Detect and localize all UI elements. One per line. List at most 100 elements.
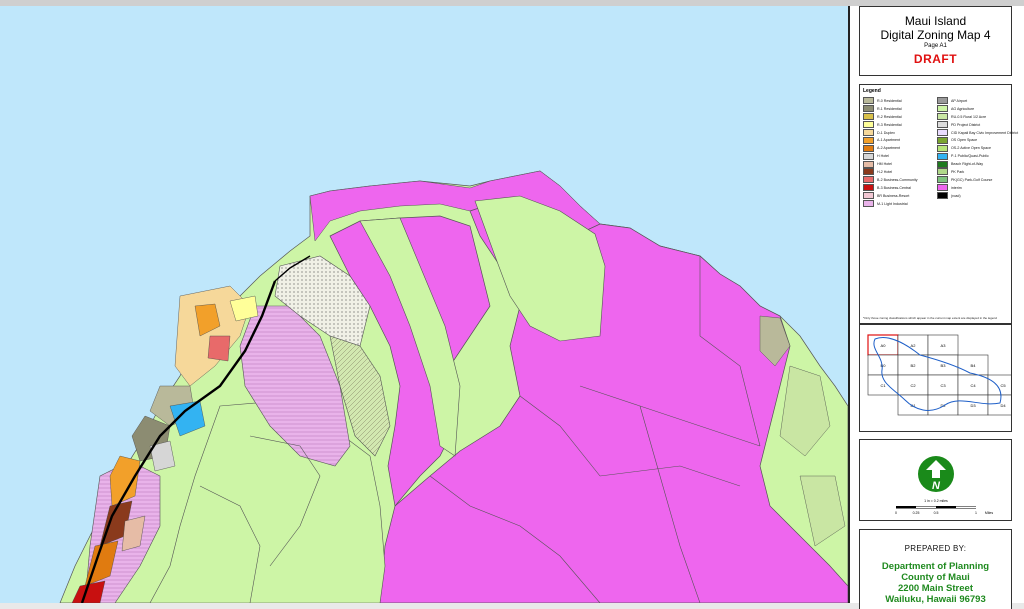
legend-note: *Only those zoning classifications which… [863,316,997,320]
legend-swatch [863,192,874,200]
index-cell-label: B2 [911,363,917,368]
legend-label: PK(GC) Park-Golf Course [951,177,993,182]
legend-right-item: P-1 Public/Quasi-Public [937,152,1018,160]
legend-label: R-0 Residential [877,98,902,103]
index-map: A0 A2 A3 B0 B2 B3 B4 C1 C2 C3 C4 C5 D1 D2 D3 D4 [859,324,1019,432]
legend-swatch [863,121,874,129]
legend-label: A-2 Apartment [877,146,900,151]
index-cell-label: B3 [941,363,947,368]
legend-label: OS Open Space [951,138,978,143]
prepared-by-street: 2200 Main Street [898,583,973,594]
legend-right-item: PK Park [937,168,1018,176]
legend-column-right: AP Airport AG Agriculture RU-0.5 Rural 1/2… [937,97,1018,200]
scale-tick-0: 0 [895,511,897,515]
legend-swatch [937,152,948,160]
legend-swatch [863,129,874,136]
legend-left-item: R-0 Residential [863,97,918,105]
index-cell-label: D4 [1000,403,1006,408]
legend-title: Legend [863,88,881,94]
legend-label: H-2 Hotel [877,169,893,174]
north-scale-graphic: N 1 in = 0.2 miles 0 0.25 0.5 1 Miles [895,456,993,515]
legend-label: HM Hotel [877,162,892,167]
legend-label: Beach Right-of-Way [951,162,984,167]
map-side-panel: Maui Island Digital Zoning Map 4 Page A1… [848,6,1024,609]
legend-right-item: PD Project District [937,121,1018,129]
legend-label: B-2 Business-Community [877,177,918,182]
legend-label: PD Project District [951,122,981,127]
legend-label: AG Agriculture [951,106,975,111]
title-block: Maui Island Digital Zoning Map 4 Page A1… [859,6,1012,76]
legend-right-item: RU-0.5 Rural 1/2 Acre [937,113,1018,121]
legend-left-item: H Hotel [863,152,918,160]
legend-swatch [863,168,874,176]
legend-swatch [863,176,874,184]
map-title-line1: Maui Island [904,14,967,28]
index-map-grid: A0 A2 A3B0 B2 B3 B4C1 C2 C3 C4 C5D1 D2 D3 D4 [867,334,1019,416]
index-cell-label: C2 [910,383,916,388]
index-cell-label: B4 [971,363,977,368]
legend-right-item: AP Airport [937,97,1018,105]
legend-right-item: CID Kapali Bay Civic Improvement Distric… [937,129,1018,137]
legend-label: P-1 Public/Quasi-Public [951,154,989,159]
legend-swatch [863,97,874,105]
prepared-by-label: PREPARED BY: [904,544,967,553]
legend-right-item: interim [937,184,1018,192]
legend-right-item: Beach Right-of-Way [937,160,1018,168]
legend-right-item: OS-2 Active Open Space [937,144,1018,152]
prepared-by-city: Wailuku, Hawaii 96793 [885,594,986,605]
legend-left-item: R-1 Residential [863,105,918,113]
scale-tick-units: Miles [985,511,993,515]
index-cell-label: A3 [941,343,947,348]
legend-label: R-2 Residential [877,114,902,119]
legend-label: B-3 Business-Central [877,185,911,190]
legend-left-item: B-3 Business-Central [863,184,918,192]
legend-label: A-1 Apartment [877,138,900,143]
legend-swatch [937,184,948,192]
legend-right-item: (road) [937,192,1018,200]
scale-tick-2: 0.5 [934,511,939,515]
draft-stamp: DRAFT [913,52,958,66]
index-cell-label: A0 [881,343,887,348]
legend-column-left: R-0 Residential R-1 Residential R-2 Reside… [863,97,918,208]
index-cell-label: C5 [1000,383,1006,388]
index-cell-label: C3 [940,383,946,388]
legend-label: CID Kapali Bay Civic Improvement Distric… [951,130,1019,135]
legend-label: PK Park [951,169,965,174]
legend-left-item: BR Business-Resort [863,192,918,200]
legend-swatch [863,160,874,168]
legend-swatch [937,113,948,121]
prepared-by-county: County of Maui [901,572,970,583]
legend-swatch [863,144,874,152]
legend-right-item: OS Open Space [937,136,1018,144]
legend-swatch [863,152,874,160]
prepared-by-block: PREPARED BY: Department of Planning Coun… [859,529,1012,609]
legend-left-item: H-2 Hotel [863,168,918,176]
legend-left-item: HM Hotel [863,160,918,168]
index-cell-label: A2 [911,343,917,348]
legend-left-item: M-1 Light Industrial [863,200,918,208]
legend-label: (road) [951,193,961,198]
map-title-line2: Digital Zoning Map 4 [880,28,991,42]
scale-tick-3: 1 [975,511,977,515]
index-cell-label: C4 [970,383,976,388]
legend-swatch [937,160,948,168]
legend: Legend R-0 Residential R-1 Residential R-2… [859,84,1018,324]
legend-swatch [937,105,948,113]
legend-swatch [863,105,874,113]
north-arrow-and-scale: N 1 in = 0.2 miles 0 0.25 0.5 1 Miles [859,439,1012,521]
legend-swatch [937,121,948,129]
legend-swatch [937,192,948,200]
legend-swatch [937,168,948,176]
legend-label: RU-0.5 Rural 1/2 Acre [951,114,987,119]
legend-label: M-1 Light Industrial [877,201,908,206]
legend-label: R-3 Residential [877,122,902,127]
legend-swatch [937,136,948,144]
zoning-map[interactable] [0,6,848,603]
legend-left-item: B-2 Business-Community [863,176,918,184]
legend-left-item: A-1 Apartment [863,136,918,144]
index-cell-label: D3 [970,403,976,408]
legend-left-item: R-2 Residential [863,113,918,121]
legend-swatch [937,129,948,136]
page-label: Page A1 [924,43,947,49]
legend-label: OS-2 Active Open Space [951,146,991,151]
